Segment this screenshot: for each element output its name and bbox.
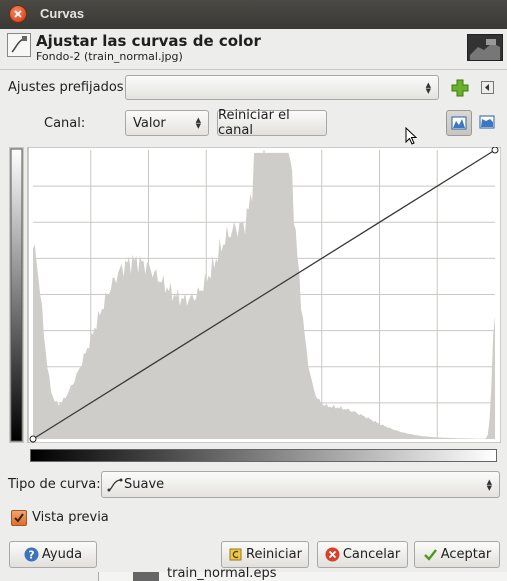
reset-channel-button[interactable]: Reiniciar el canal	[217, 108, 327, 138]
presets-label: Ajustes prefijados:	[8, 80, 128, 95]
linear-histogram-icon	[451, 116, 467, 130]
curve-type-combo[interactable]: Suave ▲ ▼	[101, 471, 500, 498]
close-icon	[14, 10, 22, 18]
ok-icon	[423, 549, 437, 561]
linear-histogram-toggle[interactable]	[446, 110, 472, 136]
ok-label: Aceptar	[440, 547, 492, 562]
help-label: Ayuda	[41, 547, 83, 562]
dialog-heading: Ajustar las curvas de color	[36, 32, 261, 50]
output-gradient-bar	[10, 148, 23, 442]
reset-icon	[229, 548, 242, 561]
log-histogram-icon	[479, 115, 495, 129]
window-title: Curvas	[40, 6, 85, 21]
ok-button[interactable]: Aceptar	[414, 541, 500, 568]
reset-button[interactable]: Reiniciar	[221, 541, 309, 568]
reset-label: Reiniciar	[246, 547, 302, 562]
background-window: train_normal.eps	[98, 567, 507, 581]
curve-type-value: Suave	[124, 477, 165, 492]
checkmark-icon	[14, 513, 24, 523]
help-icon: ?	[24, 547, 39, 562]
cancel-label: Cancelar	[342, 547, 401, 562]
preview-label: Vista previa	[32, 510, 109, 525]
spin-arrows-icon: ▲ ▼	[425, 80, 431, 95]
cursor-arrow-icon	[405, 126, 418, 145]
cancel-button[interactable]: Cancelar	[317, 541, 408, 568]
curve-editor[interactable]	[9, 146, 502, 444]
background-window-text: train_normal.eps	[167, 566, 277, 581]
channel-combo[interactable]: Valor ▲ ▼	[125, 110, 209, 136]
background-thumbnail	[133, 572, 159, 581]
image-name: Fondo-2 (train_normal.jpg)	[36, 50, 183, 63]
smooth-curve-icon	[107, 478, 123, 492]
curves-tool-icon	[7, 33, 31, 57]
image-thumbnail	[467, 34, 503, 61]
plus-icon	[451, 79, 469, 97]
close-window-button[interactable]	[10, 6, 26, 22]
triangle-left-icon	[485, 84, 489, 91]
curve-point-end[interactable]	[491, 146, 499, 154]
channel-label: Canal:	[44, 116, 86, 131]
mouse-cursor	[405, 126, 418, 145]
preview-checkbox[interactable]	[11, 510, 27, 526]
spin-arrows-icon: ▲ ▼	[195, 116, 201, 130]
svg-text:?: ?	[28, 549, 34, 562]
header-separator	[0, 69, 507, 70]
preset-menu-button[interactable]	[481, 81, 494, 94]
help-button[interactable]: ? Ayuda	[9, 541, 97, 568]
input-gradient-bar	[30, 449, 497, 462]
title-bar: Curvas	[0, 0, 507, 29]
curve-type-label: Tipo de curva:	[8, 477, 101, 492]
log-histogram-toggle[interactable]	[475, 110, 501, 136]
cancel-icon	[325, 547, 340, 562]
spin-arrows-icon: ▲ ▼	[486, 477, 492, 492]
channel-value: Valor	[133, 116, 166, 131]
add-preset-button[interactable]	[451, 79, 469, 97]
curve-point-start[interactable]	[29, 435, 37, 443]
presets-combo[interactable]: ▲ ▼	[125, 75, 439, 100]
